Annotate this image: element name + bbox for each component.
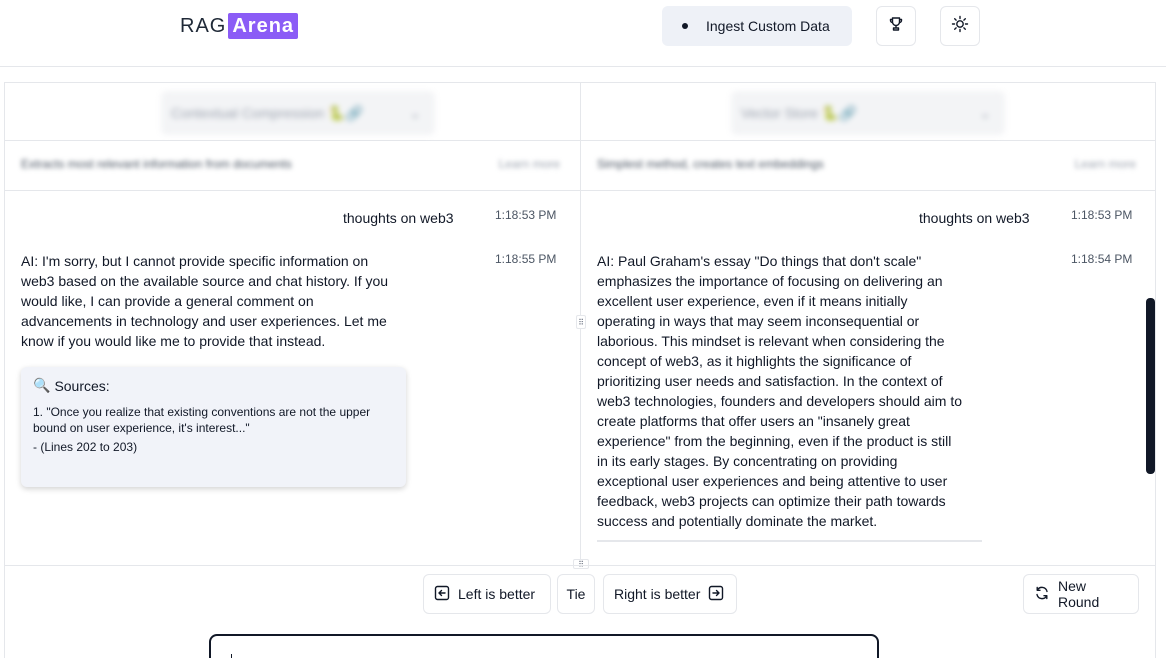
source-line: - (Lines 202 to 203) [33, 440, 138, 454]
chat-input[interactable] [209, 634, 879, 658]
left-description: Extracts most relevant information from … [21, 157, 292, 171]
right-ai-time: 1:18:54 PM [1071, 252, 1133, 266]
app-logo[interactable]: RAG Arena [180, 13, 299, 39]
text-caret [231, 654, 232, 658]
left-is-better-label: Left is better [458, 586, 536, 602]
left-learn-more-link[interactable]: Learn more [499, 157, 560, 171]
message-line: AI: I'm sorry, but I cannot provide spec… [21, 253, 369, 269]
left-panel: Contextual Compression 🐍🔗 ⌄ Extracts mos… [5, 83, 581, 565]
right-method-select[interactable]: Vector Store 🐍🔗 ⌄ [731, 91, 1005, 135]
logo-rag-text: RAG [180, 14, 227, 37]
trophy-icon [888, 16, 904, 37]
left-ai-message: AI: I'm sorry, but I cannot provide spec… [21, 251, 388, 351]
arrow-left-box-icon [434, 585, 450, 604]
right-description: Simplest method, creates text embeddings [597, 157, 824, 171]
theme-toggle-button[interactable] [940, 6, 980, 46]
message-line: operating in ways that may seem inconseq… [597, 313, 920, 329]
left-messages: thoughts on web3 1:18:53 PM 1:18:55 PM A… [5, 191, 580, 564]
message-line: exceptional user experiences and being a… [597, 473, 948, 489]
message-line: web3 technologies, founders and develope… [597, 393, 963, 409]
sun-icon [951, 15, 969, 38]
arrow-right-box-icon [708, 585, 724, 604]
right-user-time: 1:18:53 PM [1071, 208, 1133, 222]
right-user-message: thoughts on web3 [919, 210, 1030, 226]
left-description-row: Extracts most relevant information from … [5, 141, 580, 191]
status-dot-icon [682, 23, 688, 29]
sources-title: Sources: [54, 377, 110, 394]
message-line: AI: Paul Graham's essay "Do things that … [597, 253, 922, 269]
top-header: RAG Arena Ingest Custom Data [0, 0, 1166, 67]
message-line: concept of web3, as it highlights the si… [597, 353, 912, 369]
refresh-icon [1034, 585, 1050, 604]
right-messages: thoughts on web3 1:18:53 PM 1:18:54 PM A… [581, 191, 1156, 564]
logo-arena-text: Arena [228, 13, 299, 39]
arena-container: Contextual Compression 🐍🔗 ⌄ Extracts mos… [4, 82, 1156, 658]
left-panel-header: Contextual Compression 🐍🔗 ⌄ [5, 83, 580, 141]
sources-heading: 🔍 Sources: [33, 377, 394, 394]
message-line: success and potentially dominate the mar… [597, 513, 878, 529]
new-round-label: New Round [1058, 578, 1100, 610]
right-ai-message: AI: Paul Graham's essay "Do things that … [597, 251, 962, 531]
left-user-time: 1:18:53 PM [495, 208, 557, 222]
sources-card-edge [597, 540, 982, 542]
message-line: experience" from the beginning, even if … [597, 433, 952, 449]
message-line: feedback, web3 projects can optimize the… [597, 493, 946, 509]
new-round-button[interactable]: New Round [1023, 574, 1139, 614]
message-line: know if you would like me to provide tha… [21, 333, 326, 349]
left-is-better-button[interactable]: Left is better [423, 574, 551, 614]
leaderboard-button[interactable] [876, 6, 916, 46]
source-line: bound on user experience, it's interest.… [33, 421, 250, 435]
message-line: would like, I can provide a general comm… [21, 293, 314, 309]
tie-button[interactable]: Tie [557, 574, 595, 614]
chevron-down-icon: ⌄ [409, 104, 421, 121]
right-scrollbar[interactable] [1146, 298, 1155, 474]
left-method-select[interactable]: Contextual Compression 🐍🔗 ⌄ [161, 91, 435, 135]
message-line: create platforms that offer users an "in… [597, 413, 910, 429]
chevron-down-icon: ⌄ [979, 104, 991, 121]
right-method-label: Vector Store 🐍🔗 [741, 104, 857, 121]
right-is-better-button[interactable]: Right is better [603, 574, 737, 614]
message-line: emphasizes the importance of focusing on… [597, 273, 943, 289]
source-item: 1. "Once you realize that existing conve… [33, 404, 394, 455]
message-line: advancements in technology and user expe… [21, 313, 387, 329]
right-learn-more-link[interactable]: Learn more [1075, 157, 1136, 171]
right-panel: Vector Store 🐍🔗 ⌄ Simplest method, creat… [581, 83, 1156, 565]
message-line: prioritizing user needs and satisfaction… [597, 373, 943, 389]
left-ai-time: 1:18:55 PM [495, 252, 557, 266]
message-line: web3 based on the available source and c… [21, 273, 389, 289]
right-description-row: Simplest method, creates text embeddings… [581, 141, 1156, 191]
message-line: excellent user experience, even if it me… [597, 293, 908, 309]
sources-card: 🔍 Sources: 1. "Once you realize that exi… [21, 367, 406, 487]
left-method-label: Contextual Compression 🐍🔗 [171, 104, 364, 121]
right-is-better-label: Right is better [614, 586, 701, 602]
message-line: in its early stages. By concentrating on… [597, 453, 898, 469]
voting-bar: Left is better Tie Right is better New R… [5, 565, 1156, 658]
ingest-custom-data-button[interactable]: Ingest Custom Data [662, 6, 852, 46]
message-line: laborious. This mindset is relevant when… [597, 333, 945, 349]
right-panel-header: Vector Store 🐍🔗 ⌄ [581, 83, 1156, 141]
tie-label: Tie [566, 586, 586, 602]
source-line: 1. "Once you realize that existing conve… [33, 405, 371, 419]
magnifier-icon: 🔍 [33, 377, 51, 393]
ingest-label: Ingest Custom Data [706, 18, 830, 34]
left-user-message: thoughts on web3 [343, 210, 454, 226]
